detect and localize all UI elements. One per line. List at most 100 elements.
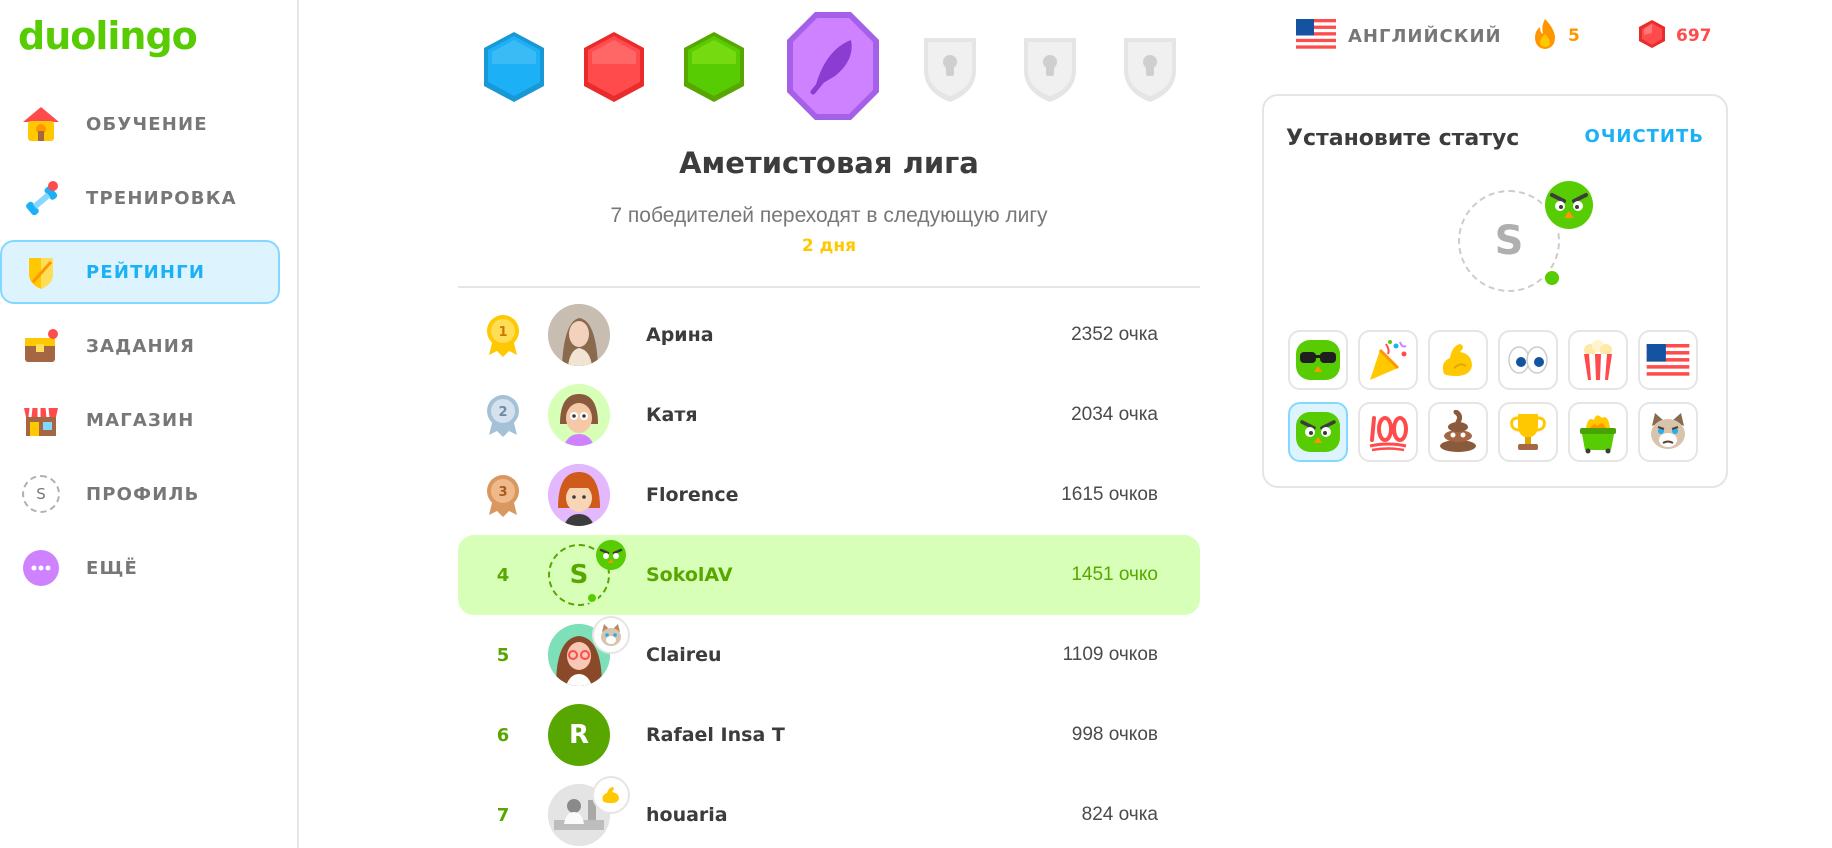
language-label: АНГЛИЙСКИЙ (1348, 25, 1502, 47)
poop-icon (1440, 410, 1476, 452)
sidebar-item-practice[interactable]: ТРЕНИРОВКА (0, 166, 280, 230)
sunglasses-owl-emoji[interactable] (1288, 330, 1348, 390)
rank-number: 6 (496, 724, 510, 746)
user-xp: 2352 очка (1071, 324, 1158, 345)
avatar[interactable]: S (548, 540, 626, 606)
sidebar-item-shop[interactable]: МАГАЗИН (0, 388, 280, 452)
rank-number: 2 (498, 405, 507, 420)
rank-number: 1 (498, 325, 507, 340)
gems-counter[interactable]: 697 (1638, 14, 1712, 58)
user-xp: 824 очка (1081, 804, 1158, 825)
party-popper-emoji[interactable] (1358, 330, 1418, 390)
language-selector[interactable]: АНГЛИЙСКИЙ (1296, 14, 1502, 58)
shield-icon (20, 251, 62, 293)
hundred-points-emoji[interactable] (1358, 402, 1418, 462)
grumpy-cat-status-icon (594, 618, 628, 652)
grumpy-cat-emoji[interactable] (1638, 402, 1698, 462)
sidebar-item-label: ОБУЧЕНИЕ (86, 113, 208, 135)
avatar-cartoon (548, 384, 610, 446)
profile-icon: S (20, 473, 62, 515)
avatar[interactable] (548, 384, 610, 446)
avatar-photo (548, 304, 610, 366)
home-icon (20, 103, 62, 145)
silver-medal-icon: 2 (458, 393, 548, 437)
leaderboard-row-current-user[interactable]: 4 S SokolAV 1451 очко (458, 535, 1200, 615)
amethyst-league-badge-icon (785, 10, 881, 126)
sidebar-item-leaderboards[interactable]: РЕЙТИНГИ (0, 240, 280, 304)
sidebar-item-profile[interactable]: S ПРОФИЛЬ (0, 462, 280, 526)
trophy-icon (1510, 414, 1546, 450)
popcorn-icon (1584, 340, 1612, 380)
avatar[interactable] (548, 304, 610, 366)
angry-owl-emoji[interactable] (1288, 402, 1348, 462)
flexed-biceps-emoji[interactable] (1428, 330, 1488, 390)
us-flag-emoji[interactable] (1638, 330, 1698, 390)
leaderboard-row[interactable]: 3 Florence 1615 очков (458, 455, 1200, 535)
user-xp: 1109 очков (1062, 644, 1158, 665)
leaderboard-row[interactable]: 2 Катя 2034 очка (458, 375, 1200, 455)
locked-league-badge-icon (918, 30, 982, 108)
user-name: Катя (646, 404, 698, 426)
rank-number: 5 (496, 644, 510, 666)
party-popper-icon (1370, 340, 1407, 380)
popcorn-emoji[interactable] (1568, 330, 1628, 390)
online-indicator (586, 592, 598, 604)
sidebar-item-label: ЕЩЁ (86, 557, 139, 579)
duolingo-logo[interactable]: duolingo (18, 14, 198, 58)
streak-counter[interactable]: 5 (1532, 14, 1580, 58)
avatar[interactable]: R (548, 704, 610, 766)
top-stats-bar: АНГЛИЙСКИЙ 5 697 (1282, 14, 1752, 58)
sidebar-item-label: ПРОФИЛЬ (86, 483, 200, 505)
chest-icon (20, 325, 62, 367)
dumpster-fire-emoji[interactable] (1568, 402, 1628, 462)
league-title: Аметистовая лига (679, 146, 979, 180)
rank-number: 3 (498, 485, 507, 500)
grumpy-cat-icon (1651, 413, 1685, 449)
locked-league-badge-icon (1018, 30, 1082, 108)
league-subtitle: 7 победителей переходят в следующую лигу (610, 204, 1048, 227)
avatar[interactable] (548, 778, 628, 846)
emerald-league-badge-icon (682, 30, 746, 108)
hundred-points-icon (1369, 416, 1408, 452)
shop-icon (20, 399, 62, 441)
online-indicator (1542, 268, 1562, 288)
more-icon (20, 547, 62, 589)
dumbbell-icon (20, 177, 62, 219)
clear-status-button[interactable]: ОЧИСТИТЬ (1585, 126, 1704, 147)
user-name: Florence (646, 484, 739, 506)
leaderboard-row[interactable]: 5 Claireu 1109 очков (458, 615, 1200, 695)
poop-emoji[interactable] (1428, 402, 1488, 462)
sidebar-item-quests[interactable]: ЗАДАНИЯ (0, 314, 280, 378)
locked-league-badge-icon (1118, 30, 1182, 108)
leaderboard-row[interactable]: 7 houaria 824 очка (458, 775, 1200, 848)
gold-medal-icon: 1 (458, 313, 548, 357)
eyes-emoji[interactable] (1498, 330, 1558, 390)
us-flag-icon (1646, 344, 1690, 376)
avatar[interactable] (548, 618, 628, 686)
angry-owl-status-icon (594, 538, 628, 576)
sidebar-item-more[interactable]: ЕЩЁ (0, 536, 280, 600)
streak-count: 5 (1568, 26, 1580, 46)
sapphire-league-badge-icon (482, 30, 546, 108)
us-flag-icon (1296, 19, 1336, 53)
sidebar-item-learn[interactable]: ОБУЧЕНИЕ (0, 92, 280, 156)
gem-icon (1638, 19, 1666, 53)
avatar-cartoon (548, 464, 610, 526)
league-time-left: 2 дня (801, 236, 857, 256)
bronze-medal-icon: 3 (458, 473, 548, 517)
sidebar-nav: ОБУЧЕНИЕ ТРЕНИРОВКА РЕЙТИНГИ ЗАДАНИЯ МАГ… (0, 92, 280, 610)
leaderboard-row[interactable]: 1 Арина 2352 очка (458, 295, 1200, 375)
sidebar-item-label: ЗАДАНИЯ (86, 335, 196, 357)
sunglasses-owl-icon (1296, 340, 1340, 380)
leaderboard-panel: Аметистовая лига 7 победителей переходят… (458, 0, 1200, 848)
rank-number: 7 (496, 804, 510, 826)
user-xp: 2034 очка (1071, 404, 1158, 425)
user-name: SokolAV (646, 564, 733, 586)
flexed-biceps-icon (1442, 344, 1472, 376)
trophy-emoji[interactable] (1498, 402, 1558, 462)
eyes-icon (1508, 346, 1548, 374)
leaderboard-list: 1 Арина 2352 очка 2 Катя 2034 очка 3 Flo… (458, 295, 1200, 848)
leaderboard-row[interactable]: 6 R Rafael Insa T 998 очков (458, 695, 1200, 775)
avatar[interactable] (548, 464, 610, 526)
user-xp: 1615 очков (1061, 484, 1158, 505)
